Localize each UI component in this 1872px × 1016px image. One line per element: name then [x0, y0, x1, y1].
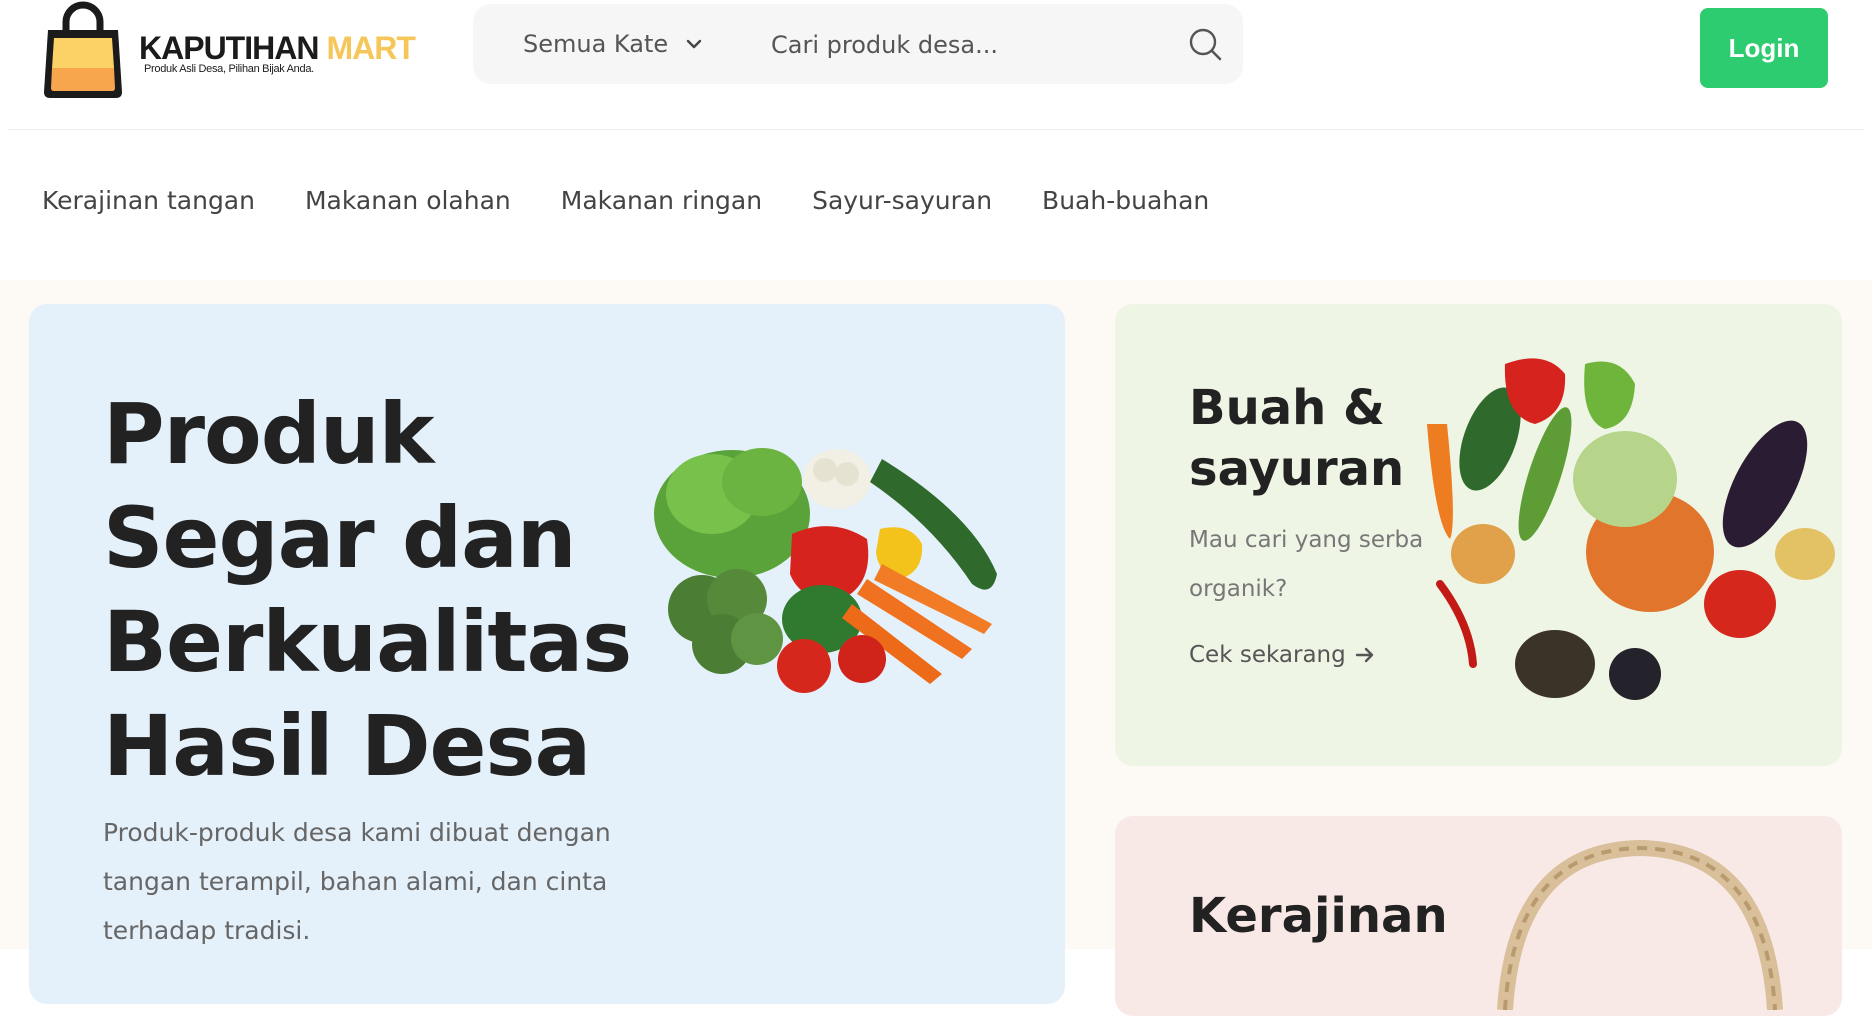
logo-tagline: Produk Asli Desa, Pilihan Bijak Anda. — [144, 63, 314, 75]
fruits-vegetables-image — [1427, 358, 1835, 700]
category-select-label: Semua Kate — [523, 30, 669, 58]
fruit-card-link[interactable]: Cek sekarang — [1189, 642, 1376, 668]
login-button[interactable]: Login — [1700, 8, 1828, 88]
category-select[interactable]: Semua Kate — [523, 4, 704, 84]
craft-card-title: Kerajinan — [1189, 888, 1448, 944]
site-header: KAPUTIHAN MART Produk Asli Desa, Pilihan … — [0, 0, 1872, 130]
fruit-vegetable-card[interactable]: Buah & sayuran Mau cari yang serba organ… — [1115, 304, 1842, 766]
search-input[interactable] — [769, 22, 1173, 68]
header-divider — [8, 129, 1864, 130]
search-icon[interactable] — [1187, 26, 1223, 62]
search-bar: Semua Kate — [473, 4, 1243, 84]
fruit-card-link-label: Cek sekarang — [1189, 642, 1346, 668]
basket-image — [1497, 839, 1783, 1010]
shopping-bag-icon — [44, 1, 122, 98]
fruit-card-subtitle: Mau cari yang serba organik? — [1189, 527, 1424, 602]
logo[interactable]: KAPUTIHAN MART Produk Asli Desa, Pilihan … — [38, 0, 458, 100]
category-nav: Kerajinan tangan Makanan olahan Makanan … — [42, 186, 1209, 215]
category-link-kerajinan-tangan[interactable]: Kerajinan tangan — [42, 186, 255, 215]
arrow-right-icon — [1355, 647, 1373, 663]
category-link-sayur-sayuran[interactable]: Sayur-sayuran — [812, 186, 992, 215]
hero-title: Produk Segar dan Berkualitas Hasil Desa — [103, 385, 632, 795]
logo-title: KAPUTIHAN MART — [139, 30, 416, 67]
logo-brand: KAPUTIHAN — [139, 30, 319, 66]
craft-card[interactable]: Kerajinan — [1115, 816, 1842, 1016]
hero-banner: Produk Segar dan Berkualitas Hasil Desa … — [29, 304, 1065, 1004]
category-link-makanan-ringan[interactable]: Makanan ringan — [561, 186, 762, 215]
vegetables-image — [654, 448, 997, 693]
chevron-down-icon — [686, 39, 702, 49]
category-link-buah-buahan[interactable]: Buah-buahan — [1042, 186, 1209, 215]
logo-brand-accent: MART — [326, 30, 415, 66]
hero-description: Produk-produk desa kami dibuat dengan ta… — [103, 818, 611, 945]
category-link-makanan-olahan[interactable]: Makanan olahan — [305, 186, 511, 215]
